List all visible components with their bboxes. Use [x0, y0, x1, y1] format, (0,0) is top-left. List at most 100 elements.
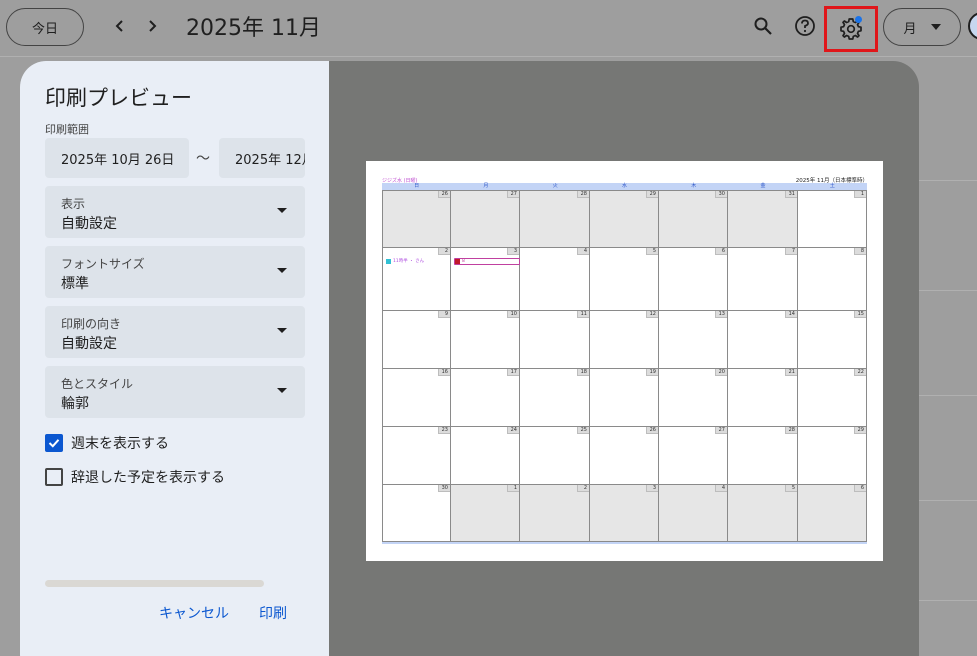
- view-switcher-button[interactable]: 月: [883, 8, 961, 46]
- day-number: 14: [785, 311, 797, 318]
- day-cell: 23: [382, 427, 451, 485]
- month-grid: 26 27 28 29 30 31 1 2 11時半 ・ さん 3 8 4 5 6 7 8 9 10 11 12 13 1…: [382, 190, 867, 544]
- day-cell: 4: [659, 485, 728, 542]
- day-number: 20: [715, 369, 727, 376]
- day-number: 7: [785, 248, 797, 255]
- day-number: 6: [854, 485, 866, 492]
- background-divider: [919, 500, 977, 501]
- day-number: 26: [646, 427, 658, 434]
- select-label: 色とスタイル: [61, 377, 134, 391]
- day-number: 8: [854, 248, 866, 255]
- color-style-select[interactable]: 色とスタイル 輪郭: [45, 366, 305, 418]
- settings-button[interactable]: [824, 6, 878, 52]
- day-number: 3: [507, 248, 519, 255]
- background-divider: [919, 395, 977, 396]
- help-icon: [795, 16, 815, 36]
- weekday-label: 土: [829, 183, 835, 189]
- avatar[interactable]: [968, 12, 977, 40]
- day-cell: 13: [659, 311, 728, 369]
- weekday-label: 火: [552, 183, 558, 189]
- day-cell: 28: [520, 190, 590, 248]
- day-number: 17: [507, 369, 519, 376]
- day-number: 30: [715, 191, 727, 198]
- cancel-button[interactable]: キャンセル: [159, 603, 229, 623]
- day-cell: 10: [451, 311, 520, 369]
- range-end-field[interactable]: 2025年 12月: [219, 138, 305, 178]
- day-cell: 22: [798, 369, 867, 427]
- weekday-label: 木: [691, 183, 697, 189]
- select-label: フォントサイズ: [61, 257, 145, 271]
- day-cell: 30: [659, 190, 728, 248]
- day-cell: 20: [659, 369, 728, 427]
- day-cell: 12: [590, 311, 659, 369]
- day-cell: 28: [728, 427, 798, 485]
- weekday-label: 月: [483, 183, 489, 189]
- font-size-select[interactable]: フォントサイズ 標準: [45, 246, 305, 298]
- caret-down-icon: [277, 208, 287, 213]
- top-bar: 今日 2025年 11月 月: [0, 0, 977, 56]
- day-number: 1: [854, 191, 866, 198]
- chevron-right-icon: [149, 20, 157, 32]
- caret-down-icon: [277, 268, 287, 273]
- day-number: 12: [646, 311, 658, 318]
- day-cell: 26: [590, 427, 659, 485]
- range-start-field[interactable]: 2025年 10月 26日: [45, 138, 189, 178]
- day-number: 26: [438, 191, 450, 198]
- day-number: 1: [507, 485, 519, 492]
- orientation-select[interactable]: 印刷の向き 自動設定: [45, 306, 305, 358]
- day-cell: 21: [728, 369, 798, 427]
- day-cell: 6: [659, 248, 728, 311]
- caret-down-icon: [277, 388, 287, 393]
- day-number: 24: [507, 427, 519, 434]
- day-cell: 2: [520, 485, 590, 542]
- day-cell: 1: [451, 485, 520, 542]
- checkbox-checked-icon[interactable]: [45, 434, 63, 452]
- show-weekends-checkbox[interactable]: 週末を表示する: [45, 433, 169, 453]
- day-cell: 1: [798, 190, 867, 248]
- checkbox-unchecked-icon[interactable]: [45, 468, 63, 486]
- select-value: 標準: [61, 276, 89, 292]
- today-button[interactable]: 今日: [6, 8, 84, 46]
- day-cell: 27: [451, 190, 520, 248]
- help-button[interactable]: [791, 12, 819, 40]
- day-cell: 14: [728, 311, 798, 369]
- search-icon: [754, 17, 772, 35]
- day-cell: 24: [451, 427, 520, 485]
- day-cell: 3: [590, 485, 659, 542]
- day-cell: 9: [382, 311, 451, 369]
- print-range-label: 印刷範囲: [45, 123, 89, 136]
- day-number: 4: [715, 485, 727, 492]
- day-cell: 31: [728, 190, 798, 248]
- loading-bar: [45, 580, 264, 587]
- day-number: 22: [854, 369, 866, 376]
- weekday-label: 日: [414, 183, 420, 189]
- display-select[interactable]: 表示 自動設定: [45, 186, 305, 238]
- day-number: 27: [507, 191, 519, 198]
- weekday-label: 水: [621, 183, 627, 189]
- day-number: 29: [854, 427, 866, 434]
- day-cell: 16: [382, 369, 451, 427]
- print-preview-dialog: 印刷プレビュー 印刷範囲 2025年 10月 26日 ～ 2025年 12月 表…: [20, 61, 919, 656]
- day-cell: 30: [382, 485, 451, 542]
- notification-dot: [855, 16, 862, 23]
- range-separator: ～: [196, 151, 210, 167]
- day-number: 23: [438, 427, 450, 434]
- print-button[interactable]: 印刷: [259, 603, 287, 623]
- day-cell: 19: [590, 369, 659, 427]
- weekday-label: 金: [760, 183, 766, 189]
- day-number: 5: [785, 485, 797, 492]
- day-number: 5: [646, 248, 658, 255]
- day-cell: 6: [798, 485, 867, 542]
- day-cell: 8: [798, 248, 867, 311]
- event-chip: 8: [454, 258, 520, 265]
- event-chip: 11時半 ・ さん: [386, 258, 448, 265]
- next-month-button[interactable]: [138, 12, 166, 40]
- day-number: 27: [715, 427, 727, 434]
- previous-month-button[interactable]: [106, 12, 134, 40]
- day-number: 3: [646, 485, 658, 492]
- show-declined-checkbox[interactable]: 辞退した予定を表示する: [45, 467, 225, 487]
- day-number: 15: [854, 311, 866, 318]
- chevron-left-icon: [115, 20, 123, 32]
- select-value: 輪郭: [61, 396, 89, 412]
- search-button[interactable]: [749, 12, 777, 40]
